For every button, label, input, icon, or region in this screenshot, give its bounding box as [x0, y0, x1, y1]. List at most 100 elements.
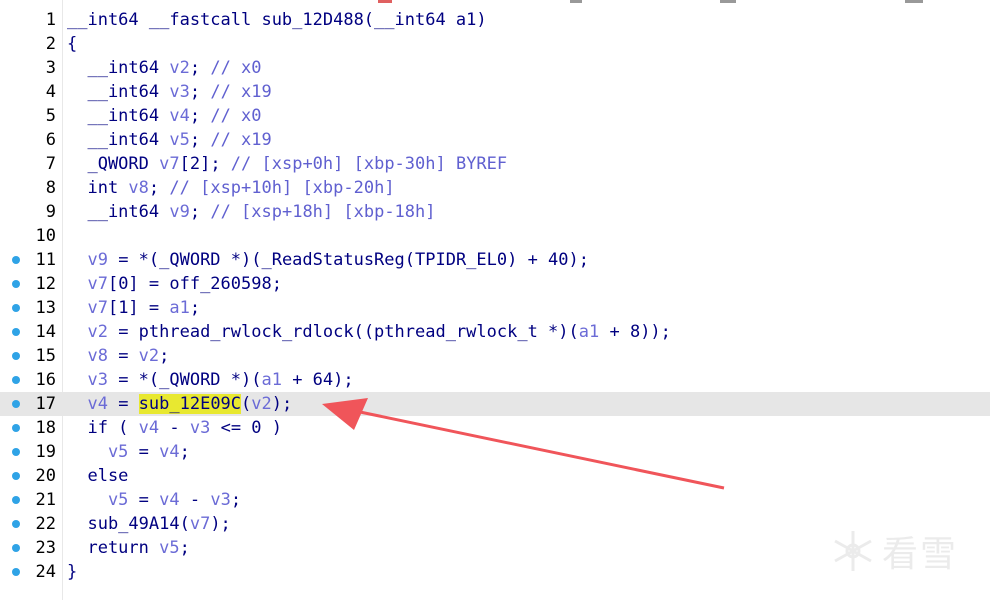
code-token[interactable]: = [108, 394, 139, 414]
code-variable[interactable]: v5 [159, 538, 179, 558]
code-variable[interactable]: v8 [67, 346, 107, 366]
code-variable[interactable]: v3 [67, 370, 107, 390]
code-text[interactable]: __int64 __fastcall sub_12D488(__int64 a1… [67, 8, 487, 32]
code-line[interactable]: 7 _QWORD v7[2]; // [xsp+0h] [xbp-30h] BY… [0, 152, 990, 176]
code-token[interactable]: + 8)); [599, 322, 670, 342]
code-comment[interactable]: // [xsp+18h] [xbp-18h] [210, 202, 435, 222]
code-text[interactable]: __int64 v5; // x19 [67, 128, 271, 152]
code-token[interactable]: __int64 [67, 82, 169, 102]
code-text[interactable]: __int64 v4; // x0 [67, 104, 261, 128]
code-variable[interactable]: v5 [67, 442, 128, 462]
code-token[interactable]: ); [210, 514, 230, 534]
code-variable[interactable]: v2 [169, 58, 189, 78]
code-token[interactable]: if ( [67, 418, 139, 438]
code-line[interactable]: 15 v8 = v2; [0, 344, 990, 368]
code-comment[interactable]: // [xsp+10h] [xbp-20h] [169, 178, 394, 198]
code-token[interactable]: ( [241, 394, 251, 414]
code-text[interactable]: v7[1] = a1; [67, 296, 200, 320]
code-token[interactable]: } [67, 562, 77, 582]
code-token[interactable]: { [67, 34, 77, 54]
code-token[interactable]: int [67, 178, 128, 198]
code-line[interactable]: 9 __int64 v9; // [xsp+18h] [xbp-18h] [0, 200, 990, 224]
code-line[interactable]: 1 __int64 __fastcall sub_12D488(__int64 a… [0, 8, 990, 32]
code-token[interactable]: __int64 __fastcall sub_12D488(__int64 a1… [67, 10, 487, 30]
code-token[interactable]: = [128, 442, 159, 462]
code-line[interactable]: 4 __int64 v3; // x19 [0, 80, 990, 104]
code-text[interactable]: int v8; // [xsp+10h] [xbp-20h] [67, 176, 394, 200]
code-token[interactable]: ; [190, 58, 210, 78]
code-text[interactable]: __int64 v3; // x19 [67, 80, 271, 104]
code-token[interactable]: = [108, 346, 139, 366]
code-line[interactable]: 19 v5 = v4; [0, 440, 990, 464]
code-variable[interactable]: a1 [261, 370, 281, 390]
code-line[interactable]: 10 [0, 224, 990, 248]
code-token[interactable]: ); [272, 394, 292, 414]
code-text[interactable]: v5 = v4; [67, 440, 190, 464]
code-line[interactable]: 12 v7[0] = off_260598; [0, 272, 990, 296]
code-text[interactable]: v7[0] = off_260598; [67, 272, 282, 296]
code-token[interactable]: ; [180, 538, 190, 558]
code-token[interactable]: = *(_QWORD *)( [108, 370, 261, 390]
code-variable[interactable]: v4 [169, 106, 189, 126]
code-text[interactable]: v3 = *(_QWORD *)(a1 + 64); [67, 368, 353, 392]
code-token[interactable]: [0] = off_260598; [108, 274, 282, 294]
code-line[interactable]: 13 v7[1] = a1; [0, 296, 990, 320]
code-variable[interactable]: v4 [67, 394, 107, 414]
code-variable[interactable]: v5 [67, 490, 128, 510]
code-token[interactable]: [2]; [180, 154, 231, 174]
code-comment[interactable]: // x19 [210, 82, 271, 102]
code-line[interactable]: 5 __int64 v4; // x0 [0, 104, 990, 128]
code-text[interactable]: sub_49A14(v7); [67, 512, 230, 536]
code-variable[interactable]: v7 [159, 154, 179, 174]
code-variable[interactable]: v4 [159, 490, 179, 510]
code-text[interactable]: __int64 v2; // x0 [67, 56, 261, 80]
code-token[interactable]: ; [190, 298, 200, 318]
code-text[interactable]: return v5; [67, 536, 190, 560]
code-comment[interactable]: // x0 [210, 58, 261, 78]
code-token[interactable]: ; [231, 490, 241, 510]
code-line[interactable]: 11 v9 = *(_QWORD *)(_ReadStatusReg(TPIDR… [0, 248, 990, 272]
code-text[interactable]: { [67, 32, 77, 56]
pseudocode-view[interactable]: 1 __int64 __fastcall sub_12D488(__int64 a… [0, 8, 990, 584]
code-variable[interactable]: v3 [210, 490, 230, 510]
code-line[interactable]: 2{ [0, 32, 990, 56]
code-line[interactable]: 20 else [0, 464, 990, 488]
code-text[interactable]: v4 = sub_12E09C(v2); [67, 392, 292, 416]
code-variable[interactable]: v8 [128, 178, 148, 198]
code-line[interactable]: 16 v3 = *(_QWORD *)(a1 + 64); [0, 368, 990, 392]
code-token[interactable]: ; [149, 178, 169, 198]
code-text[interactable]: } [67, 560, 77, 584]
code-line-current[interactable]: 17 v4 = sub_12E09C(v2); [0, 392, 990, 416]
code-token[interactable]: ; [190, 202, 210, 222]
code-text[interactable]: else [67, 464, 128, 488]
code-variable[interactable]: v3 [190, 418, 210, 438]
code-comment[interactable]: // [xsp+0h] [xbp-30h] BYREF [231, 154, 507, 174]
code-comment[interactable]: // x0 [210, 106, 261, 126]
code-token[interactable]: ; [190, 82, 210, 102]
code-variable[interactable]: v2 [139, 346, 159, 366]
code-variable[interactable]: v9 [67, 250, 107, 270]
code-token[interactable]: __int64 [67, 58, 169, 78]
code-variable[interactable]: v3 [169, 82, 189, 102]
code-token[interactable]: __int64 [67, 130, 169, 150]
code-line[interactable]: 3 __int64 v2; // x0 [0, 56, 990, 80]
code-token[interactable]: __int64 [67, 106, 169, 126]
code-variable[interactable]: v7 [190, 514, 210, 534]
code-text[interactable]: __int64 v9; // [xsp+18h] [xbp-18h] [67, 200, 435, 224]
code-token[interactable]: = *(_QWORD *)(_ReadStatusReg(TPIDR_EL0) … [108, 250, 589, 270]
code-variable[interactable]: v2 [67, 322, 107, 342]
code-variable[interactable]: v7 [67, 274, 107, 294]
code-variable[interactable]: a1 [579, 322, 599, 342]
code-token[interactable]: ; [159, 346, 169, 366]
code-variable[interactable]: v9 [169, 202, 189, 222]
code-text[interactable]: v8 = v2; [67, 344, 169, 368]
code-token[interactable]: return [67, 538, 159, 558]
code-line[interactable]: 18 if ( v4 - v3 <= 0 ) [0, 416, 990, 440]
code-token[interactable]: = pthread_rwlock_rdlock((pthread_rwlock_… [108, 322, 579, 342]
code-variable[interactable]: v2 [251, 394, 271, 414]
code-variable[interactable]: v7 [67, 298, 107, 318]
code-comment[interactable]: // x19 [210, 130, 271, 150]
code-variable[interactable]: v4 [139, 418, 159, 438]
code-token[interactable]: + 64); [282, 370, 353, 390]
code-line[interactable]: 6 __int64 v5; // x19 [0, 128, 990, 152]
